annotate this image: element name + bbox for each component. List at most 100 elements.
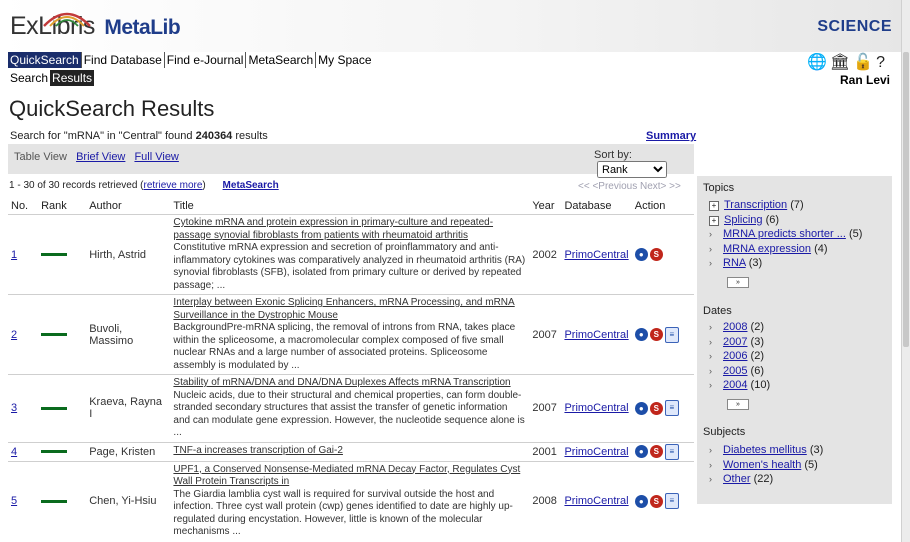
nav-quicksearch[interactable]: QuickSearch [8,52,82,68]
nav-my-space[interactable]: My Space [316,52,373,68]
row-number-link[interactable]: 3 [11,402,17,414]
row-number-link[interactable]: 2 [11,329,17,341]
summary-link[interactable]: Summary [646,130,696,142]
dates-more-icon[interactable]: » [727,399,749,410]
facet-count: (6) [750,364,764,377]
library-icon[interactable]: 🏛 [830,54,853,71]
facet-item: › 2006 (2) [709,349,770,364]
basket-icon[interactable]: ● [634,494,648,508]
retrieve-more-link[interactable]: retrieve more [144,180,203,191]
row-number[interactable]: 4 [8,441,39,461]
facet-item: › MRNA predicts shorter ... (5) [709,227,862,242]
page-scrollbar[interactable] [901,0,910,542]
metasearch-link[interactable]: MetaSearch [223,180,279,191]
facet-item: › 2007 (3) [709,335,770,350]
database-link[interactable]: PrimoCentral [564,402,628,414]
record-abstract: Nucleic acids, due to their structural a… [173,389,525,439]
facet-link[interactable]: Diabetes mellitus [723,444,807,456]
facet-link[interactable]: MRNA predicts shorter ... [723,228,846,240]
author-cell: Hirth, Astrid [86,214,171,295]
author-cell: Page, Kristen [86,441,171,461]
record-title-link[interactable]: Interplay between Exonic Splicing Enhanc… [173,297,514,321]
database-link[interactable]: PrimoCentral [564,329,628,341]
subnav-results[interactable]: Results [50,70,95,86]
row-number[interactable]: 5 [8,460,39,541]
nav-find-database[interactable]: Find Database [81,52,165,68]
facet-count: (2) [750,321,764,333]
facet-item: › 2004 (10) [709,378,770,393]
row-number-link[interactable]: 1 [11,249,17,261]
facet-link[interactable]: MRNA expression [723,243,811,255]
chevron-right-icon: › [709,322,712,332]
fulltext-icon[interactable]: ≡ [664,493,679,509]
facet-link[interactable]: Women's health [723,459,801,471]
facet-item: › 2005 (6) [709,364,770,379]
expand-plus-icon[interactable]: + [709,201,719,211]
facet-link[interactable]: 2008 [723,321,747,333]
dates-list: › 2008 (2) › 2007 (3) › 2006 (2) › 2005 (6) › 200… [709,320,770,393]
facet-link[interactable]: 2004 [723,379,747,391]
records-suffix: ) [202,180,206,191]
fulltext-icon[interactable]: ≡ [664,400,679,417]
facet-item: › MRNA expression (4) [709,242,862,257]
table-row: 3 Kraeva, Rayna I Stability of mRNA/DNA an… [8,374,694,442]
row-number[interactable]: 3 [8,374,39,442]
facet-link[interactable]: RNA [723,257,746,269]
sort-control: Sort by: Rank [594,149,694,178]
facet-link[interactable]: Other [723,473,751,485]
scrollbar-thumb[interactable] [903,52,909,347]
pager[interactable]: << <Previous Next> >> [578,181,681,192]
header-banner: ExLibris MetaLib SCIENCE [0,0,910,52]
facet-item: › Diabetes mellitus (3) [709,443,823,458]
chevron-right-icon: › [709,380,712,391]
chevron-right-icon: › [709,351,712,362]
facet-link[interactable]: Splicing [724,214,763,226]
sfx-link-icon[interactable]: S [649,328,663,341]
nav-metasearch[interactable]: MetaSearch [246,52,317,68]
database-link[interactable]: PrimoCentral [564,249,628,261]
expand-plus-icon[interactable]: + [709,215,719,226]
fulltext-icon[interactable]: ≡ [664,326,679,343]
fulltext-icon[interactable]: ≡ [664,443,679,460]
sort-select[interactable]: Rank [597,161,667,178]
basket-icon[interactable]: ● [634,401,648,415]
record-title-link[interactable]: Stability of mRNA/DNA and DNA/DNA Duplex… [173,377,510,388]
nav-find-ejournal[interactable]: Find e-Journal [164,52,247,68]
year-cell: 2008 [529,460,562,541]
globe-icon[interactable]: 🌐 [807,54,830,71]
brief-view-link[interactable]: Brief View [76,151,125,163]
basket-icon[interactable]: ● [634,445,648,458]
subnav-search[interactable]: Search [8,70,50,86]
sfx-link-icon[interactable]: S [649,248,663,261]
database-cell: PrimoCentral [561,460,632,541]
lock-icon[interactable]: 🔓 [853,54,876,71]
col-rank: Rank [41,199,67,212]
help-icon[interactable]: ? [876,54,888,71]
facet-link[interactable]: Transcription [724,199,787,211]
full-view-link[interactable]: Full View [134,151,178,163]
facet-link[interactable]: 2007 [723,336,747,348]
database-link[interactable]: PrimoCentral [564,495,628,507]
table-row: 5 Chen, Yi-Hsiu UPF1, a Conserved Nonsense… [8,460,694,541]
row-number[interactable]: 2 [8,294,39,375]
row-number-link[interactable]: 4 [11,446,17,458]
sfx-link-icon[interactable]: S [649,445,663,458]
topics-list: + Transcription (7) + Splicing (6) › MRNA pre… [709,198,862,271]
search-summary-prefix: Search for "mRNA" in "Central" found [10,130,196,142]
facet-link[interactable]: 2006 [723,350,747,362]
basket-icon[interactable]: ● [634,248,648,261]
record-title-link[interactable]: UPF1, a Conserved Nonsense-Mediated mRNA… [173,464,520,488]
row-number[interactable]: 1 [8,214,39,295]
sfx-link-icon[interactable]: S [649,401,663,415]
basket-icon[interactable]: ● [634,328,648,341]
topics-more-icon[interactable]: » [727,277,749,288]
record-title-link[interactable]: TNF-a increases transcription of Gai-2 [173,445,343,456]
record-title-link[interactable]: Cytokine mRNA and protein expression in … [173,217,493,241]
sfx-link-icon[interactable]: S [649,494,663,508]
database-link[interactable]: PrimoCentral [564,446,628,458]
row-number-link[interactable]: 5 [11,495,17,507]
user-name: Ran Levi [839,73,890,87]
rank-bar [41,499,68,503]
col-author: Author [89,199,122,212]
facet-link[interactable]: 2005 [723,365,747,377]
